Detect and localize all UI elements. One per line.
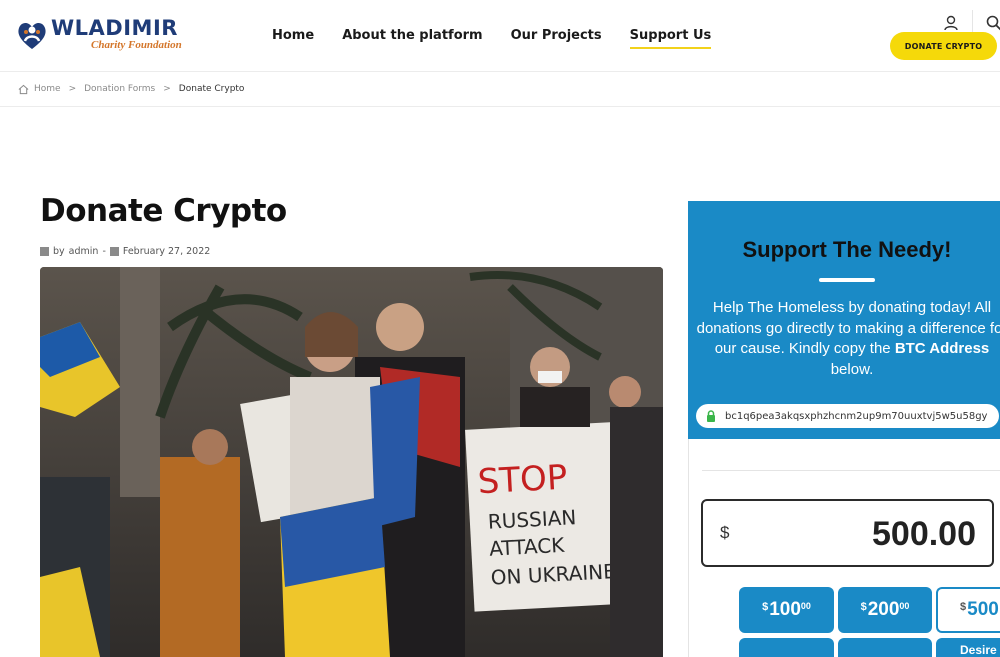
level-currency: $ [762, 601, 769, 613]
author-icon [40, 247, 49, 256]
breadcrumb-separator: > [163, 84, 171, 94]
breadcrumb-donation-forms[interactable]: Donation Forms [84, 84, 155, 94]
nav-home[interactable]: Home [272, 28, 314, 49]
logo-heart-icon [18, 22, 46, 49]
by-label: by [53, 246, 65, 257]
support-description: Help The Homeless by donating today! All… [696, 298, 1000, 380]
main-nav: Home About the platform Our Projects Sup… [272, 28, 712, 49]
form-divider [702, 470, 1000, 471]
breadcrumb-home[interactable]: Home [34, 84, 61, 94]
level-200-button[interactable]: $ 200 00 [838, 587, 932, 633]
logo-title: WLADIMIR [51, 16, 178, 40]
donate-crypto-button[interactable]: DONATE CRYPTO [890, 32, 997, 60]
level-currency: $ [960, 601, 967, 613]
page-title: Donate Crypto [40, 193, 287, 229]
level-amount: 500 [967, 599, 999, 620]
level-currency: $ [860, 601, 867, 613]
level-cents: 00 [800, 601, 811, 611]
home-icon [18, 84, 29, 94]
nav-support-us[interactable]: Support Us [629, 28, 712, 49]
user-icon[interactable] [942, 14, 960, 32]
sign-stop: STOP [477, 458, 569, 503]
level-100-button[interactable]: $ 100 00 [739, 587, 834, 633]
custom-amount-button[interactable]: Desire [936, 638, 1000, 657]
support-text-bold: BTC Address [894, 340, 990, 357]
breadcrumb-divider [0, 106, 1000, 107]
logo-subtitle: Charity Foundation [91, 39, 182, 51]
lock-icon [707, 410, 715, 422]
meta-separator: - [102, 246, 106, 257]
post-meta: by admin - February 27, 2022 [40, 246, 210, 257]
breadcrumb-separator: > [68, 84, 77, 94]
heading-underline [819, 278, 875, 282]
level-row2-button-2[interactable] [838, 638, 932, 657]
search-icon[interactable] [985, 14, 1000, 32]
protest-photo: STOP RUSSIAN ATTACK ON UKRAINE [40, 267, 663, 657]
nav-about-platform[interactable]: About the platform [342, 28, 482, 49]
breadcrumb-current: Donate Crypto [178, 84, 245, 94]
support-text-after: below. [830, 360, 874, 378]
post-date[interactable]: February 27, 2022 [123, 246, 210, 257]
nav-our-projects[interactable]: Our Projects [511, 28, 602, 49]
level-row2-button-1[interactable] [739, 638, 834, 657]
level-amount: 200 [867, 599, 900, 620]
post-author[interactable]: admin [69, 246, 99, 257]
site-logo[interactable]: WLADIMIR Charity Foundation [16, 18, 182, 51]
sign-russian: RUSSIAN [487, 505, 577, 534]
donation-amount-input[interactable]: $ 500.00 [701, 499, 994, 567]
breadcrumb: Home > Donation Forms > Donate Crypto [18, 82, 244, 96]
calendar-icon [109, 247, 119, 256]
header-divider [972, 10, 973, 34]
level-amount: 100 [769, 599, 801, 620]
btc-address[interactable]: bc1q6pea3akqsxphzhcnm2up9m70uuxtvj5w5u58… [725, 411, 987, 422]
donation-amount-value[interactable]: 500.00 [872, 515, 976, 554]
support-heading: Support The Needy! [742, 237, 952, 262]
currency-symbol: $ [720, 523, 730, 542]
featured-image: STOP RUSSIAN ATTACK ON UKRAINE [40, 267, 663, 657]
level-cents: 00 [899, 601, 910, 611]
level-500-button[interactable]: $ 500 [936, 587, 1000, 633]
site-header: WLADIMIR Charity Foundation Home About t… [0, 0, 1000, 72]
sign-attack: ATTACK [489, 533, 566, 561]
btc-address-field[interactable]: bc1q6pea3akqsxphzhcnm2up9m70uuxtvj5w5u58… [696, 404, 999, 428]
